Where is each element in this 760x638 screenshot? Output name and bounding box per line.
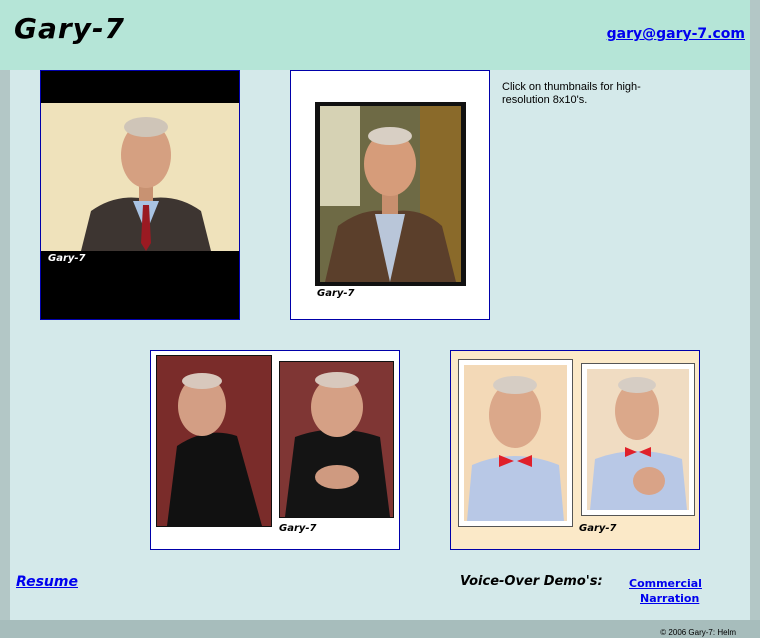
photo-frame [315,102,466,286]
headshot-thumbnail-3[interactable]: Gary-7 [150,350,400,550]
portrait-photo [320,106,461,282]
portrait-photo [167,373,262,526]
thumbnail-caption: Gary-7 [48,253,86,264]
thumbnail-caption: Gary-7 [279,523,317,534]
portrait-photo [467,376,564,521]
narration-demo-link[interactable]: Narration [640,592,699,605]
photo-left [458,359,573,527]
portrait-photo [590,377,687,510]
headshot-thumbnail-4[interactable]: Gary-7 [450,350,700,550]
portrait-photo [285,372,390,517]
footer-band [0,620,760,638]
voiceover-label: Voice-Over Demo's: [460,574,603,589]
email-link[interactable]: gary@gary-7.com [607,26,745,42]
headshot-thumbnail-2[interactable]: Gary-7 [290,70,490,320]
instructions-text: Click on thumbnails for high-resolution … [502,81,641,106]
portrait-photo [81,117,211,251]
photo-left [156,355,272,527]
thumbnail-caption: Gary-7 [317,288,355,299]
photo-right [279,361,394,518]
header: Gary-7 gary@gary-7.com [0,0,760,70]
commercial-demo-link[interactable]: Commercial [629,577,702,590]
copyright-text: © 2006 Gary-7: Helm [660,628,736,637]
resume-link[interactable]: Resume [16,574,78,590]
thumbnail-caption: Gary-7 [579,523,617,534]
headshot-thumbnail-1[interactable]: Gary-7 [40,70,240,320]
photo-right [581,363,695,516]
site-title: Gary-7 [14,12,126,45]
